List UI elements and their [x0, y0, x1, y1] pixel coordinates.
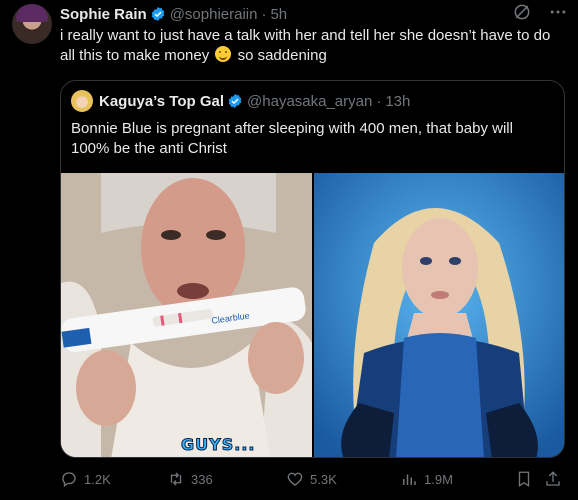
quote-header: Kaguya’s Top Gal @hayasaka_aryan · 13h	[71, 90, 410, 112]
separator-dot: ·	[376, 92, 382, 110]
quote-author-avatar[interactable]	[71, 90, 93, 112]
portrait-photo[interactable]	[314, 173, 564, 457]
like-button[interactable]: 5.3K	[286, 470, 337, 488]
share-icon	[546, 471, 560, 486]
post-header: Sophie Rain @sophieraiin · 5h	[60, 4, 287, 24]
share-button[interactable]	[544, 470, 562, 488]
author-avatar[interactable]	[12, 4, 52, 44]
video-caption: GUYS...	[180, 435, 256, 455]
repost-icon	[170, 472, 182, 486]
top-right-icons	[512, 2, 568, 22]
repost-button[interactable]: 336	[167, 470, 213, 488]
quoted-post[interactable]: Kaguya’s Top Gal @hayasaka_aryan · 13h B…	[60, 80, 565, 458]
quote-media: Clearblue GUYS...	[61, 173, 564, 457]
like-count: 5.3K	[310, 471, 337, 487]
heart-icon	[287, 472, 303, 486]
reply-button[interactable]: 1.2K	[60, 470, 111, 488]
view-count: 1.9M	[424, 471, 453, 487]
more-options-icon[interactable]	[548, 2, 568, 22]
views-chart-icon	[403, 474, 416, 485]
pregnancy-test-photo[interactable]: Clearblue GUYS...	[61, 173, 312, 457]
separator-dot: ·	[261, 5, 267, 23]
views-button[interactable]: 1.9M	[400, 470, 453, 488]
reply-icon	[62, 472, 76, 488]
post-text: i really want to just have a talk with h…	[60, 26, 565, 66]
quote-author-name[interactable]: Kaguya’s Top Gal	[99, 93, 224, 110]
quote-time[interactable]: 13h	[385, 93, 410, 110]
portrait-illustration	[314, 173, 564, 457]
author-name[interactable]: Sophie Rain	[60, 6, 147, 23]
reply-count: 1.2K	[84, 471, 111, 487]
action-bar: 1.2K 336 5.3K 1.9M	[60, 468, 565, 492]
repost-count: 336	[191, 471, 213, 487]
author-handle[interactable]: @sophieraiin	[170, 6, 258, 23]
verified-badge-icon	[228, 94, 242, 108]
quote-text: Bonnie Blue is pregnant after sleeping w…	[71, 120, 513, 157]
quote-author-handle[interactable]: @hayasaka_aryan	[247, 93, 372, 110]
post-time[interactable]: 5h	[270, 6, 287, 23]
verified-badge-icon	[151, 7, 165, 21]
pregnancy-test-illustration: Clearblue	[61, 173, 312, 457]
post-text-end: so saddening	[237, 47, 327, 64]
bookmark-icon	[518, 471, 530, 488]
bookmark-button[interactable]	[515, 470, 533, 488]
grok-icon[interactable]	[512, 2, 532, 22]
slightly-smiling-face-emoji-icon	[215, 46, 232, 62]
